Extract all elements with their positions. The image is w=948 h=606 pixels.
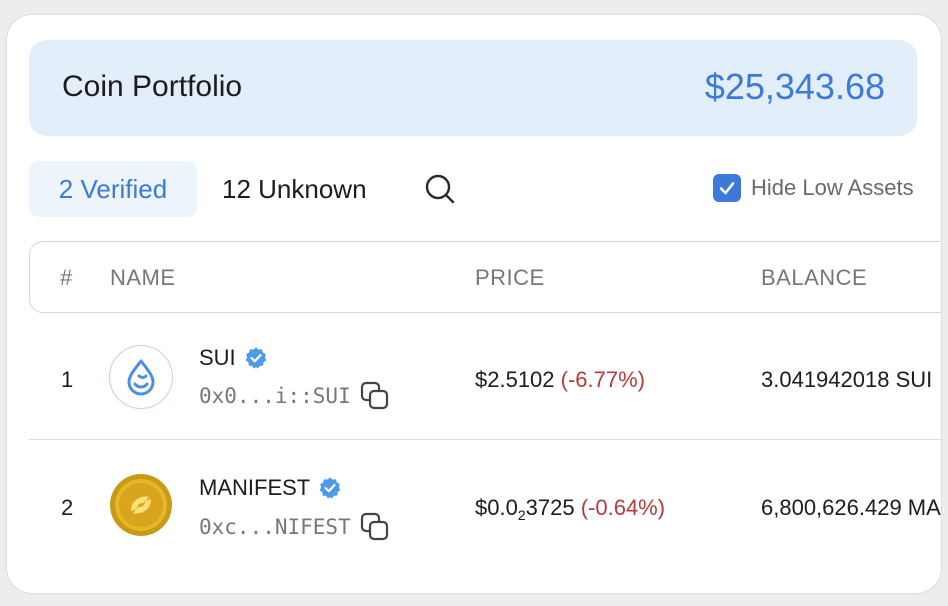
price-change: (-6.77%) [560,367,646,392]
coin-name[interactable]: MANIFEST [199,475,342,501]
manifest-coin-icon [109,473,173,537]
portfolio-header: Coin Portfolio $25,343.68 [29,40,917,136]
row-rank: 2 [61,495,74,520]
table-header: # NAME PRICE BALANCE [29,241,941,313]
coin-price: $0.023725 (-0.64%) [475,495,665,523]
column-header-name[interactable]: NAME [110,265,176,291]
coin-name-label: MANIFEST [199,475,311,500]
column-header-balance[interactable]: BALANCE [761,265,867,291]
price-value: $2.5102 [475,367,555,392]
price-subscript: 2 [517,507,526,523]
coin-name[interactable]: SUI [199,345,268,371]
checkbox-checked-icon[interactable] [713,174,741,202]
coin-name-label: SUI [199,345,236,370]
row-divider [29,439,941,440]
column-header-price[interactable]: PRICE [475,265,545,291]
coin-address-text: 0x0...i::SUI [199,384,351,408]
coin-portfolio-card: Coin Portfolio $25,343.68 2 Verified 12 … [6,14,942,594]
hide-low-assets-label: Hide Low Assets [751,175,914,200]
hide-low-assets-toggle[interactable]: Hide Low Assets [713,174,914,202]
portfolio-total-value: $25,343.68 [704,66,885,107]
price-change: (-0.64%) [580,495,666,520]
page-title: Coin Portfolio [62,70,243,103]
coin-balance: 6,800,626.429 MANIFEST [761,495,941,520]
coin-address: 0xc...NIFEST [199,511,391,543]
copy-icon[interactable] [359,511,391,543]
price-suffix: 3725 [525,495,575,520]
verified-badge-icon [245,347,266,369]
verified-badge-icon [319,477,341,499]
price-prefix: $0.0 [475,495,518,520]
column-header-rank: # [60,265,73,290]
tab-unknown[interactable]: 12 Unknown [222,161,367,217]
coin-address-text: 0xc...NIFEST [199,515,351,539]
coin-address: 0x0...i::SUI [199,380,391,412]
tab-verified[interactable]: 2 Verified [29,161,197,217]
copy-icon[interactable] [359,380,391,412]
search-icon[interactable] [423,172,457,206]
coin-balance: 3.041942018 SUI [761,367,933,392]
sui-drop-icon [109,345,173,409]
coin-price: $2.5102 (-6.77%) [475,367,645,393]
row-rank: 1 [61,367,74,392]
